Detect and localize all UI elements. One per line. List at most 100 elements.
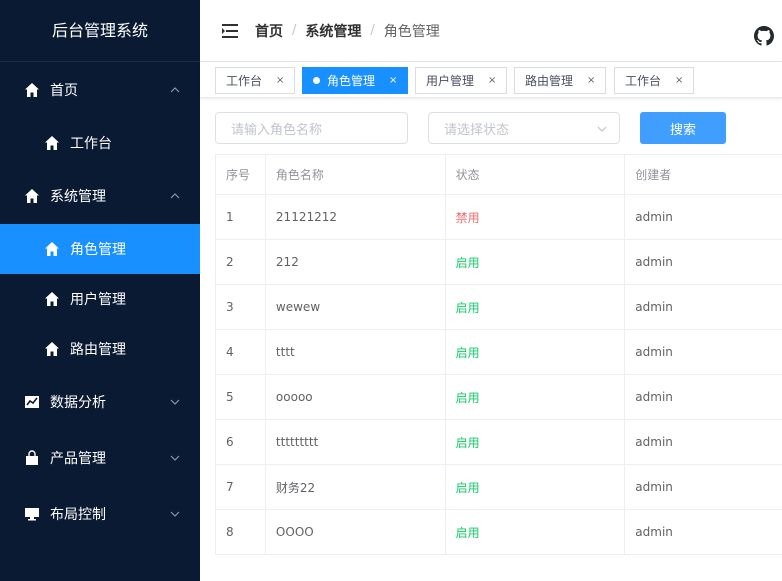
cell-status: 启用 xyxy=(446,375,626,419)
breadcrumb-home[interactable]: 首页 xyxy=(255,21,283,41)
sidebar-item-label: 工作台 xyxy=(70,136,112,152)
sidebar-item-products[interactable]: 产品管理 xyxy=(0,430,200,486)
home-icon xyxy=(44,135,60,151)
tag-label: 工作台 xyxy=(226,74,263,88)
chevron-down-icon xyxy=(597,126,607,132)
tag-label: 路由管理 xyxy=(525,74,574,88)
cell-role-name: wewew xyxy=(266,285,446,329)
tag-label: 角色管理 xyxy=(327,74,376,88)
sidebar-item-routes[interactable]: 路由管理 xyxy=(0,324,200,374)
close-icon[interactable]: × xyxy=(587,75,595,86)
sidebar-item-roles[interactable]: 角色管理 xyxy=(0,224,200,274)
sidebar-item-layout[interactable]: 布局控制 xyxy=(0,486,200,542)
table-header-row: 序号 角色名称 状态 创建者 xyxy=(216,155,782,195)
status-placeholder: 请选择状态 xyxy=(444,122,510,138)
cell-role-name: tttt xyxy=(266,330,446,374)
cell-index: 5 xyxy=(216,375,266,419)
home-icon xyxy=(44,291,60,307)
table-row: 6 ttttttttt 启用 admin xyxy=(216,420,782,465)
cell-role-name: 21121212 xyxy=(266,195,446,239)
cell-creator: admin xyxy=(625,240,782,284)
cell-status: 禁用 xyxy=(446,195,626,239)
home-icon xyxy=(44,341,60,357)
table-row: 3 wewew 启用 admin xyxy=(216,285,782,330)
header-creator: 创建者 xyxy=(625,155,782,194)
cell-index: 4 xyxy=(216,330,266,374)
tag-workbench[interactable]: 工作台 × xyxy=(215,67,296,94)
sidebar-item-label: 角色管理 xyxy=(70,242,126,258)
tag-workbench-2[interactable]: 工作台 × xyxy=(614,67,695,94)
search-button[interactable]: 搜索 xyxy=(640,112,726,144)
sidebar-item-system[interactable]: 系统管理 xyxy=(0,168,200,224)
cell-creator: admin xyxy=(625,330,782,374)
table-row: 7 财务22 启用 admin xyxy=(216,465,782,510)
bag-icon xyxy=(24,450,40,466)
sidebar-item-workbench[interactable]: 工作台 xyxy=(0,118,200,168)
sidebar-item-label: 数据分析 xyxy=(50,395,106,411)
sidebar-item-label: 路由管理 xyxy=(70,342,126,358)
cell-status: 启用 xyxy=(446,330,626,374)
sidebar-item-label: 布局控制 xyxy=(50,507,106,523)
cell-creator: admin xyxy=(625,510,782,554)
cell-creator: admin xyxy=(625,195,782,239)
chevron-down-icon xyxy=(170,511,180,517)
table-row: 5 ooooo 启用 admin xyxy=(216,375,782,420)
tag-label: 用户管理 xyxy=(426,74,475,88)
chevron-down-icon xyxy=(170,455,180,461)
sidebar-item-label: 产品管理 xyxy=(50,451,106,467)
chart-icon xyxy=(24,394,40,410)
header-index: 序号 xyxy=(216,155,266,194)
cell-role-name: ttttttttt xyxy=(266,420,446,464)
chevron-up-icon xyxy=(170,193,180,199)
cell-creator: admin xyxy=(625,465,782,509)
home-icon xyxy=(24,82,40,98)
sidebar-item-analytics[interactable]: 数据分析 xyxy=(0,374,200,430)
home-icon xyxy=(24,188,40,204)
cell-role-name: OOOO xyxy=(266,510,446,554)
table-row: 2 212 启用 admin xyxy=(216,240,782,285)
header-status: 状态 xyxy=(446,155,626,194)
cell-status: 启用 xyxy=(446,510,626,554)
cell-role-name: 212 xyxy=(266,240,446,284)
cell-index: 1 xyxy=(216,195,266,239)
breadcrumb-system[interactable]: 系统管理 xyxy=(305,21,361,41)
top-header: 首页 / 系统管理 / 角色管理 xyxy=(200,0,782,62)
breadcrumb-separator: / xyxy=(370,23,375,38)
tag-routes[interactable]: 路由管理 × xyxy=(514,67,607,94)
cell-creator: admin xyxy=(625,285,782,329)
table-row: 4 tttt 启用 admin xyxy=(216,330,782,375)
cell-status: 启用 xyxy=(446,285,626,329)
sidebar-item-label: 用户管理 xyxy=(70,292,126,308)
cell-index: 6 xyxy=(216,420,266,464)
cell-index: 7 xyxy=(216,465,266,509)
role-name-input[interactable]: 请输入角色名称 xyxy=(215,112,408,144)
github-icon[interactable] xyxy=(754,26,774,46)
status-select[interactable]: 请选择状态 xyxy=(428,112,620,144)
header-role-name: 角色名称 xyxy=(266,155,446,194)
cell-status: 启用 xyxy=(446,420,626,464)
cell-creator: admin xyxy=(625,375,782,419)
chevron-down-icon xyxy=(170,399,180,405)
sidebar: 后台管理系统 首页 工作台 系统管理 角色管理 用户管理 路由管理 数据分析 产… xyxy=(0,0,200,581)
close-icon[interactable]: × xyxy=(276,75,284,86)
sidebar-item-home[interactable]: 首页 xyxy=(0,62,200,118)
tag-roles[interactable]: 角色管理 × xyxy=(302,67,409,94)
menu-toggle-icon[interactable] xyxy=(222,23,238,38)
table-row: 1 21121212 禁用 admin xyxy=(216,195,782,240)
chevron-up-icon xyxy=(170,87,180,93)
close-icon[interactable]: × xyxy=(389,75,397,86)
cell-status: 启用 xyxy=(446,465,626,509)
cell-role-name: ooooo xyxy=(266,375,446,419)
app-title: 后台管理系统 xyxy=(0,0,200,62)
cell-status: 启用 xyxy=(446,240,626,284)
cell-index: 3 xyxy=(216,285,266,329)
active-dot xyxy=(313,77,320,84)
tag-users[interactable]: 用户管理 × xyxy=(415,67,508,94)
sidebar-item-label: 首页 xyxy=(50,83,78,99)
sidebar-item-users[interactable]: 用户管理 xyxy=(0,274,200,324)
cell-creator: admin xyxy=(625,420,782,464)
close-icon[interactable]: × xyxy=(488,75,496,86)
monitor-icon xyxy=(24,506,40,522)
close-icon[interactable]: × xyxy=(675,75,683,86)
breadcrumb-current: 角色管理 xyxy=(383,23,440,40)
